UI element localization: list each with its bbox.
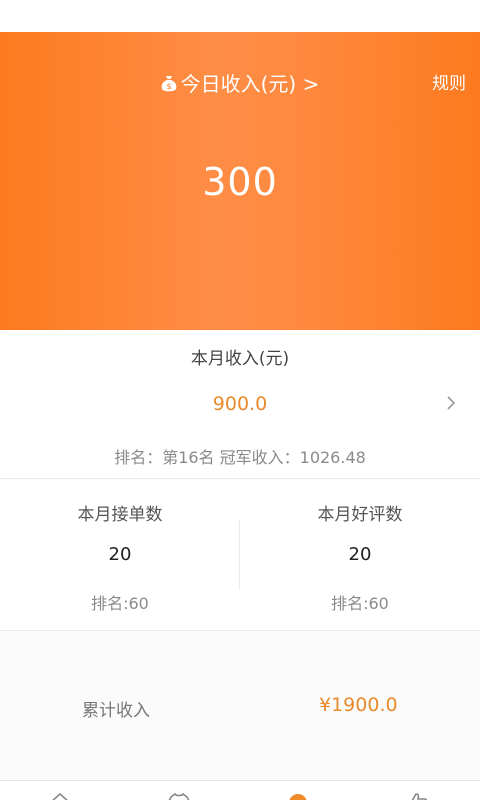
rules-link[interactable]: 规则 — [432, 72, 466, 96]
money-bag-icon: $ — [161, 76, 176, 92]
home-icon[interactable] — [48, 791, 72, 800]
today-income-title-link[interactable]: $ 今日收入(元) > — [0, 72, 480, 96]
orders-value: 20 — [108, 544, 132, 565]
reviews-stat[interactable]: 本月好评数 20 排名:60 — [240, 480, 480, 630]
today-income-header: $ 今日收入(元) > 规则 300 — [0, 32, 480, 330]
status-bar — [0, 0, 480, 32]
today-income-title: 今日收入(元) > — [180, 72, 320, 96]
month-income-value: 900.0 — [212, 393, 268, 415]
divider — [0, 630, 480, 631]
total-income-row: 累计收入 ¥1900.0 — [0, 632, 480, 780]
month-income-label: 本月收入(元) — [190, 349, 290, 369]
reviews-rank: 排名:60 — [331, 594, 389, 613]
chevron-right-icon[interactable] — [446, 396, 456, 410]
bottom-tab-bar — [0, 780, 480, 800]
dot-icon[interactable] — [286, 791, 310, 800]
orders-label: 本月接单数 — [77, 505, 163, 525]
monthly-stats: 本月接单数 20 排名:60 本月好评数 20 排名:60 — [0, 480, 480, 630]
reviews-label: 本月好评数 — [317, 505, 403, 525]
svg-text:$: $ — [166, 82, 171, 91]
reviews-value: 20 — [348, 544, 372, 565]
today-income-value: 300 — [202, 160, 278, 204]
month-income-card[interactable]: 本月收入(元) 900.0 排名：第16名 冠军收入：1026.48 — [0, 330, 480, 478]
total-income-value: ¥1900.0 — [319, 694, 398, 716]
total-income-label: 累计收入 — [82, 701, 150, 721]
month-rank-line: 排名：第16名 冠军收入：1026.48 — [114, 448, 366, 467]
orders-stat[interactable]: 本月接单数 20 排名:60 — [0, 480, 240, 630]
thumb-icon[interactable] — [405, 791, 429, 800]
orders-rank: 排名:60 — [91, 594, 149, 613]
divider — [0, 478, 480, 479]
shirt-icon[interactable] — [167, 791, 191, 800]
